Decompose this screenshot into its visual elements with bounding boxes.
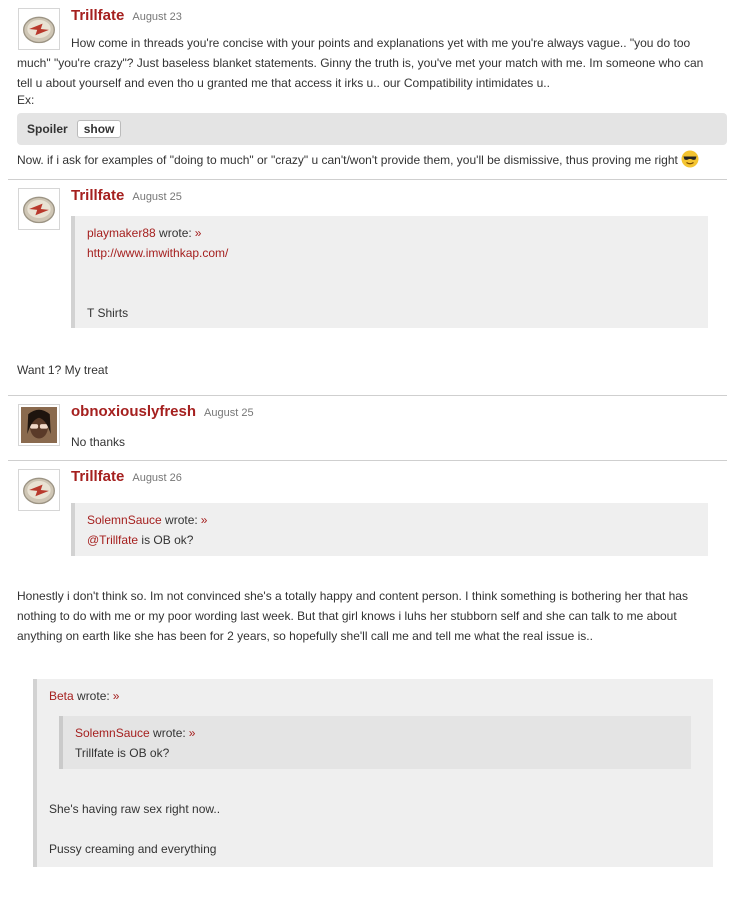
post: Trillfate August 23 How come in threads y… <box>8 0 727 180</box>
post: Trillfate August 25 playmaker88 wrote:» h… <box>8 180 727 396</box>
quote-block: Beta wrote:» SolemnSauce wrote:» Trillfa… <box>33 679 713 867</box>
mention-link[interactable]: @Trillfate <box>87 533 138 547</box>
quote-jump-arrow[interactable]: » <box>113 689 120 703</box>
spoiler-label: Spoiler <box>27 122 68 136</box>
post-line: nothing to do with me or my poor wording… <box>17 609 677 623</box>
post-line: tell u about yourself and even tho u gra… <box>17 76 550 90</box>
post-line: anything on earth like she has been for … <box>17 629 593 643</box>
post-text: How come in threads you're concise with … <box>17 33 727 107</box>
quote-wrote-label: wrote: <box>149 726 186 740</box>
quote-block: playmaker88 wrote:» http://www.imwithkap… <box>71 216 708 328</box>
spoiler-show-button[interactable]: show <box>76 120 122 138</box>
nested-quote-block: SolemnSauce wrote:» Trillfate is OB ok? <box>59 716 691 769</box>
quote-jump-arrow[interactable]: » <box>195 226 202 240</box>
post-text: Want 1? My treat <box>17 363 108 377</box>
spoiler-box: Spoiler show <box>17 113 727 145</box>
post-line: How come in threads you're concise with … <box>71 36 691 50</box>
quote-author-link[interactable]: Beta <box>49 689 74 703</box>
sunglasses-emoji <box>681 150 699 168</box>
quote-jump-arrow[interactable]: » <box>201 513 208 527</box>
quote-text: She's having raw sex right now.. <box>49 802 221 816</box>
quote-wrote-label: wrote: <box>155 226 192 240</box>
post-line: Ex: <box>17 93 35 107</box>
post: obnoxiouslyfresh August 25 No thanks <box>8 396 727 461</box>
post-line: much" "you're crazy"? Just baseless blan… <box>17 56 704 70</box>
post-line: Now. if i ask for examples of "doing to … <box>17 153 678 167</box>
quote-text: Trillfate is OB ok? <box>75 746 170 760</box>
post-text: No thanks <box>71 435 126 449</box>
post-text: Now. if i ask for examples of "doing to … <box>17 150 727 170</box>
quote-link[interactable]: http://www.imwithkap.com/ <box>87 246 228 260</box>
post-line: Honestly i don't think so. Im not convin… <box>17 589 688 603</box>
quote-wrote-label: wrote: <box>161 513 198 527</box>
quote-text: T Shirts <box>87 306 129 320</box>
quote-text: is OB ok? <box>138 533 194 547</box>
quote-block: SolemnSauce wrote:» @Trillfate is OB ok? <box>71 503 708 556</box>
post-text: Honestly i don't think so. Im not convin… <box>17 586 727 646</box>
quote-jump-arrow[interactable]: » <box>189 726 196 740</box>
quote-wrote-label: wrote: <box>73 689 110 703</box>
quote-author-link[interactable]: SolemnSauce <box>75 726 150 740</box>
post: Trillfate August 26 SolemnSauce wrote:» @… <box>8 461 727 904</box>
quote-text: Pussy creaming and everything <box>49 842 217 856</box>
quote-author-link[interactable]: playmaker88 <box>87 226 156 240</box>
quote-author-link[interactable]: SolemnSauce <box>87 513 162 527</box>
